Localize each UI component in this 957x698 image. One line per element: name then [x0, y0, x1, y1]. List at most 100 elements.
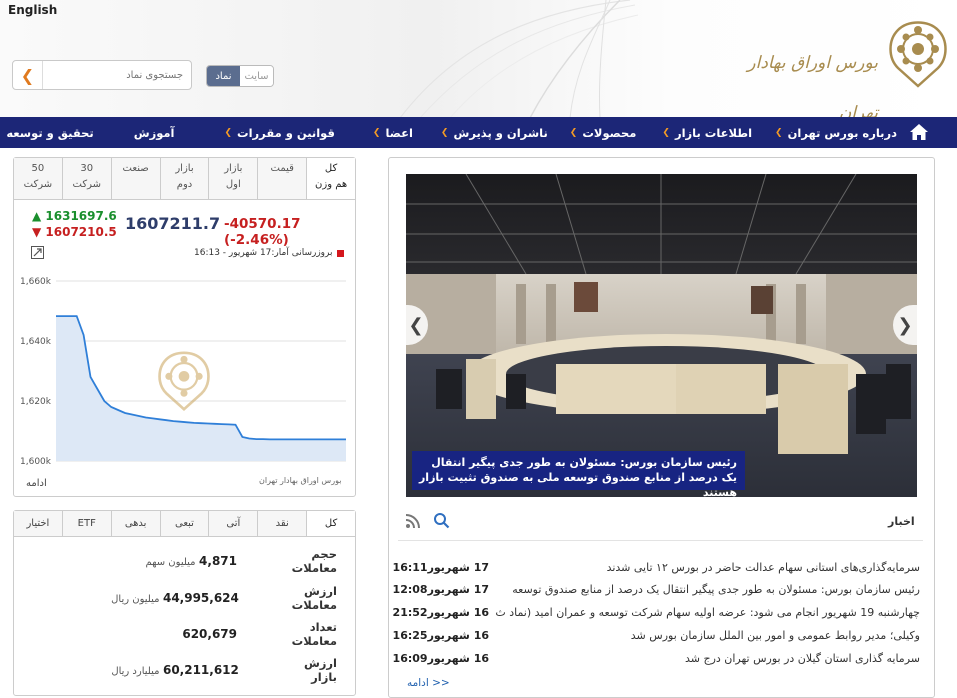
update-status: بروزرسانی آمار:17 شهریور - 16:13 — [194, 248, 344, 258]
tab-industry[interactable]: صنعت — [110, 158, 160, 199]
chart-y-tick-label: 1,600k — [20, 457, 52, 467]
tab-market-options[interactable]: اختیار — [13, 511, 62, 536]
search-go-chevron-icon[interactable]: ❮ — [13, 61, 43, 89]
news-datetime: 16 شهریور 16:09 — [393, 652, 489, 665]
chevron-down-icon: ❯ — [569, 127, 578, 138]
index-low-value: 1607210.5 — [45, 225, 117, 239]
home-icon[interactable] — [909, 123, 929, 141]
english-language-link[interactable]: English — [8, 3, 57, 17]
market-row: ارزش بازار 60,211,612 میلیارد ریال — [14, 652, 355, 688]
nav-about[interactable]: درباره بورس تهران ❯ — [775, 126, 897, 140]
news-time: 16:11 — [392, 560, 428, 574]
toggle-site-option[interactable]: سایت — [240, 66, 273, 86]
nav-members-label: اعضا — [385, 125, 413, 140]
tab-top-50[interactable]: 50 شرکت — [13, 158, 62, 199]
tab-line: اول — [225, 179, 241, 190]
market-row-label: ارزش معاملات — [291, 584, 337, 612]
value-unit: میلیون سهم — [145, 557, 196, 568]
market-row: تعداد معاملات 620,679 — [14, 616, 355, 652]
tab-total-equal-weight[interactable]: کل هم وزن — [306, 158, 355, 199]
index-tabs: کل هم وزن قیمت بازار اول بازار دوم صنعت 30 ش… — [13, 158, 355, 200]
nav-issuers-label: ناشران و پذیرش — [453, 125, 548, 140]
market-row-value: 4,871 میلیون سهم — [125, 554, 275, 568]
nav-about-label: درباره بورس تهران — [787, 125, 897, 140]
nav-regulations-label: قوانین و مقررات — [237, 125, 335, 140]
nav-regulations[interactable]: قوانین و مقررات ❯ — [225, 126, 335, 140]
news-slider-image[interactable] — [406, 174, 917, 497]
market-row-label: حجم معاملات — [291, 547, 337, 575]
tab-market-debt[interactable]: بدهی — [110, 511, 160, 536]
chevron-down-icon: ❯ — [662, 127, 670, 138]
market-row-label: تعداد معاملات — [291, 620, 337, 648]
tab-line: 30 — [80, 163, 94, 174]
nav-members[interactable]: اعضا ❯ — [373, 126, 413, 140]
nav-products[interactable]: محصولات ❯ — [570, 126, 637, 140]
tab-market-total[interactable]: کل — [306, 511, 355, 536]
market-row: ارزش معاملات 44,995,624 میلیون ریال — [14, 580, 355, 616]
tab-market-etf[interactable]: ETF — [61, 511, 111, 536]
news-time: 16:09 — [392, 651, 428, 665]
search-icon[interactable] — [433, 512, 450, 529]
toggle-symbol-option[interactable]: نماد — [207, 66, 240, 86]
news-datetime: 17 شهریور 16:11 — [393, 560, 489, 574]
index-low: ▼ 1607210.5 — [32, 225, 117, 239]
tab-line: بازار — [224, 163, 243, 174]
symbol-search-input[interactable] — [43, 61, 191, 89]
news-date: 17 شهریور — [427, 560, 489, 574]
expand-icon[interactable] — [31, 246, 44, 259]
tab-line: شرکت — [72, 179, 102, 190]
news-datetime: 17 شهریور 12:08 — [393, 583, 489, 596]
tab-market-derivative[interactable]: تبعی — [159, 511, 209, 536]
news-item[interactable]: 17 شهریور 16:11 سرمایه‌گذاری‌های استانی س… — [393, 556, 920, 578]
news-time: 16:25 — [392, 628, 428, 642]
tab-line: صنعت — [122, 163, 149, 174]
news-title: سرمایه‌گذاری‌های استانی سهام عدالت حاضر … — [606, 560, 920, 574]
chart-y-ticks: 1,600k 1,620k 1,640k 1,660k — [20, 277, 52, 467]
market-row-label: ارزش بازار — [303, 656, 337, 684]
tab-top-30[interactable]: 30 شرکت — [61, 158, 111, 199]
nav-research[interactable]: تحقیق و توسعه — [6, 126, 93, 140]
tab-second-market[interactable]: بازار دوم — [159, 158, 209, 199]
tse-logo-icon[interactable] — [882, 16, 954, 88]
news-divider — [398, 540, 923, 541]
news-item[interactable]: 17 شهریور 12:08 رئیس سازمان بورس: مسئولان… — [393, 578, 920, 600]
nav-education[interactable]: آموزش — [134, 126, 175, 140]
tab-price[interactable]: قیمت — [257, 158, 307, 199]
chart-source: بورس اوراق بهادار تهران — [259, 476, 342, 485]
market-tabs: کل نقد آتی تبعی بدهی ETF اختیار — [13, 511, 355, 537]
nav-issuers[interactable]: ناشران و پذیرش ❯ — [441, 126, 548, 140]
market-row: حجم معاملات 4,871 میلیون سهم — [14, 543, 355, 579]
news-item[interactable]: 16 شهریور 16:25 وکیلی؛ مدیر روابط عمومی و… — [393, 624, 920, 646]
slider-caption[interactable]: رئیس سازمان بورس: مسئولان به طور جدی پیگ… — [412, 451, 745, 499]
tab-market-cash[interactable]: نقد — [257, 511, 307, 536]
value-number: 44,995,624 — [162, 591, 239, 605]
nav-research-label: تحقیق و توسعه — [6, 125, 94, 140]
news-item[interactable]: 16 شهریور 21:52 چهارشنبه 19 شهریور انجام … — [393, 601, 920, 623]
rss-icon[interactable] — [405, 513, 421, 529]
tab-line: قیمت — [270, 163, 294, 174]
chart-more-link[interactable]: ادامه — [26, 478, 47, 489]
chart-y-tick-label: 1,620k — [20, 397, 52, 407]
tab-line: دوم — [176, 179, 193, 190]
tab-line: هم وزن — [315, 179, 348, 190]
chart-y-tick-label: 1,660k — [20, 277, 52, 287]
index-change: -40570.17 (-2.46%) — [224, 216, 301, 248]
nav-market-info[interactable]: اطلاعات بازار ❯ — [662, 126, 752, 140]
news-item[interactable]: 16 شهریور 16:09 سرمایه گذاری استان گیلان … — [393, 647, 920, 669]
news-time: 21:52 — [392, 605, 428, 619]
main-navigation: درباره بورس تهران ❯ اطلاعات بازار ❯ محصولا… — [0, 117, 957, 148]
news-datetime: 16 شهریور 21:52 — [393, 606, 489, 619]
value-number: 620,679 — [182, 627, 237, 641]
tab-market-futures[interactable]: آتی — [208, 511, 258, 536]
news-heading[interactable]: اخبار — [888, 515, 915, 528]
news-datetime: 16 شهریور 16:25 — [393, 629, 489, 642]
chart-y-tick-label: 1,640k — [20, 337, 52, 347]
symbol-search-box: ❮ — [12, 60, 192, 90]
news-more-link[interactable]: ادامه >> — [407, 677, 450, 689]
status-indicator-icon — [336, 249, 344, 257]
chevron-down-icon: ❯ — [775, 127, 783, 138]
news-title: سرمایه گذاری استان گیلان در بورس تهران د… — [684, 651, 920, 665]
tab-first-market[interactable]: بازار اول — [208, 158, 258, 199]
news-title: وکیلی؛ مدیر روابط عمومی و امور بین الملل… — [630, 628, 920, 642]
index-high-value: 1631697.6 — [45, 209, 117, 223]
